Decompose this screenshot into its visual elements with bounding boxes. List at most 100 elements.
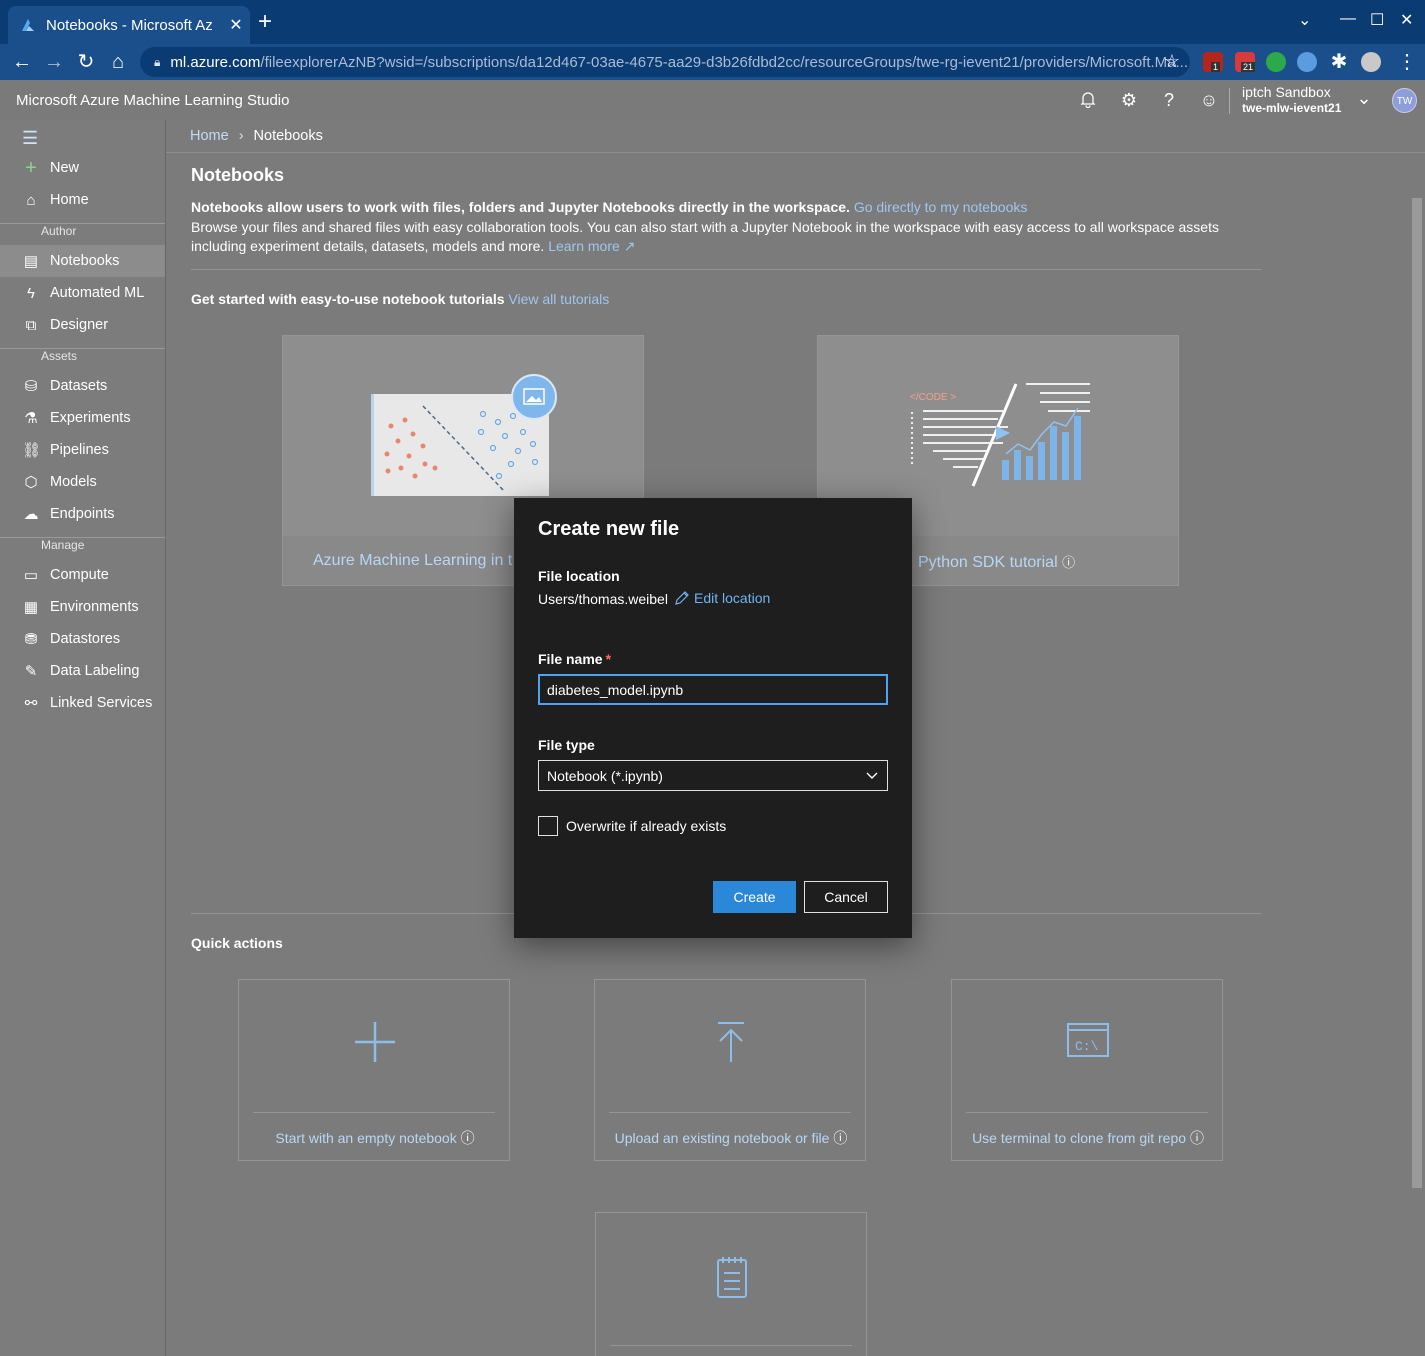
header-divider [1229,88,1230,114]
view-all-tutorials-link[interactable]: View all tutorials [508,291,609,307]
workspace-name: twe-mlw-ievent21 [1242,101,1342,115]
nav-item-compute[interactable]: ▭ Compute [0,559,165,591]
nav-item-endpoints[interactable]: ☁ Endpoints [0,498,165,530]
info-icon[interactable]: ⓘ [461,1130,475,1146]
intro-body: Browse your files and shared files with … [191,218,1219,255]
info-icon[interactable]: ⓘ [833,1130,847,1146]
feedback-smiley-icon[interactable]: ☺ [1199,90,1219,111]
info-icon[interactable]: ⓘ [1062,555,1075,570]
edit-location-link[interactable]: Edit location [674,590,770,606]
browser-tab-bar: Notebooks - Microsoft Az ✕ + ⌄ — ☐ ✕ [0,0,1425,44]
chevron-down-icon [866,772,878,779]
tab-search-chevron-icon[interactable]: ⌄ [1298,10,1311,30]
page-scrollbar[interactable] [1410,186,1424,1356]
card-divider [610,1345,852,1346]
breadcrumb-divider [166,152,1425,153]
cancel-button[interactable]: Cancel [804,881,888,913]
gear-icon[interactable]: ⚙ [1119,90,1139,111]
profile-avatar-icon[interactable] [1361,52,1381,72]
terminal-glyph: C:\ [1075,1039,1099,1054]
url-host: ml.azure.com [170,53,261,71]
nav-item-designer[interactable]: ⧉ Designer [0,309,165,341]
nav-item-pipelines[interactable]: ⛓ Pipelines [0,434,165,466]
flask-icon: ⚗ [24,410,38,427]
tutorial-1-title[interactable]: Azure Machine Learning in t [313,552,512,570]
compass-extension-icon[interactable] [1297,52,1317,72]
help-icon[interactable]: ? [1159,90,1179,111]
quick-action-sample-notebooks[interactable] [595,1212,867,1356]
home-icon: ⌂ [26,191,36,209]
nav-item-data-labeling[interactable]: ✎ Data Labeling [0,655,165,687]
labeling-icon: ✎ [24,663,38,680]
pipelines-icon: ⛓ [22,442,42,459]
file-type-dropdown[interactable]: Notebook (*.ipynb) [538,760,888,791]
file-name-input[interactable] [538,674,888,705]
new-tab-icon[interactable]: + [258,10,272,34]
quick-action-upload[interactable]: Upload an existing notebook or file ⓘ [594,979,866,1161]
quick-action-empty-notebook[interactable]: Start with an empty notebook ⓘ [238,979,510,1161]
nav-item-home[interactable]: ⌂ Home [0,184,165,216]
environments-icon: ▦ [23,599,39,616]
bell-icon[interactable] [1078,90,1098,113]
nav-label: Automated ML [50,285,145,301]
clipboard-icon [596,1255,868,1302]
info-icon[interactable]: ⓘ [1190,1130,1204,1146]
evernote-extension-icon[interactable] [1266,52,1286,72]
nav-item-datasets[interactable]: ⛁ Datasets [0,370,165,402]
nav-item-linked-services[interactable]: ⚯ Linked Services [0,687,165,719]
tutorials-heading-text: Get started with easy-to-use notebook tu… [191,291,505,307]
quick-action-terminal[interactable]: C:\ Use terminal to clone from git repo … [951,979,1223,1161]
close-tab-icon[interactable]: ✕ [222,15,250,35]
nav-label: Models [50,474,97,490]
nav-item-environments[interactable]: ▦ Environments [0,591,165,623]
tutorial-2-title[interactable]: Python SDK tutorial ⓘ [918,552,1075,572]
nav-divider [0,223,165,224]
account-name: iptch Sandbox [1242,84,1331,100]
url-input[interactable]: 🔒︎ ml.azure.com /fileexplorerAzNB?wsid=/… [140,47,1190,77]
extensions-puzzle-icon[interactable]: ✱ [1327,50,1351,74]
browser-tab[interactable]: Notebooks - Microsoft Az ✕ [8,6,250,44]
forward-icon[interactable]: → [42,50,66,74]
create-button[interactable]: Create [713,881,796,913]
back-icon[interactable]: ← [10,50,34,74]
go-to-notebooks-link[interactable]: Go directly to my notebooks [854,199,1028,215]
reload-icon[interactable]: ↻ [74,50,98,74]
lock-icon: 🔒︎ [154,54,161,69]
nav-item-automated-ml[interactable]: ϟ Automated ML [0,277,165,309]
scrollbar-thumb[interactable] [1412,198,1422,1188]
studio-brand[interactable]: Microsoft Azure Machine Learning Studio [16,92,289,109]
breadcrumb: Home › Notebooks [190,128,323,144]
home-icon[interactable]: ⌂ [106,50,130,74]
quick-action-terminal-label: Use terminal to clone from git repo [972,1130,1187,1146]
nav-item-datastores[interactable]: ⛃ Datastores [0,623,165,655]
database-icon: ⛃ [24,631,38,648]
nav-item-new[interactable]: + New [0,152,165,184]
nav-item-notebooks[interactable]: ▤ Notebooks [0,245,165,277]
quick-action-empty-notebook-label: Start with an empty notebook [275,1130,457,1146]
close-window-icon[interactable]: ✕ [1400,10,1413,30]
ublock-extension-icon[interactable]: 1 [1203,52,1223,72]
chevron-down-icon[interactable]: ⌄ [1354,88,1374,109]
hamburger-menu-icon[interactable]: ☰ [22,128,38,149]
maximize-icon[interactable]: ☐ [1370,10,1384,30]
overwrite-checkbox[interactable] [538,816,558,836]
file-name-label: File name * [538,651,611,667]
create-file-dialog: Create new file File location Users/thom… [514,498,912,938]
avatar[interactable]: TW [1392,88,1417,113]
browser-menu-icon[interactable]: ⋮ [1395,50,1419,74]
bookmark-star-icon[interactable]: ☆ [1164,51,1180,72]
todoist-extension-icon[interactable]: 21 [1235,52,1256,72]
nav-item-experiments[interactable]: ⚗ Experiments [0,402,165,434]
breadcrumb-home[interactable]: Home [190,128,229,144]
intro-bold: Notebooks allow users to work with files… [191,199,850,215]
overwrite-label[interactable]: Overwrite if already exists [566,818,726,834]
nav-item-models[interactable]: ⬡ Models [0,466,165,498]
learn-more-link[interactable]: Learn more [548,238,620,254]
minimize-icon[interactable]: — [1340,10,1356,28]
quick-action-label: Upload an existing notebook or file ⓘ [595,1128,867,1148]
nav-label: Datasets [50,378,108,394]
account-switcher[interactable]: iptch Sandbox twe-mlw-ievent21 [1242,84,1341,116]
nav-section-author: Author [41,224,77,238]
breadcrumb-current: Notebooks [253,128,323,144]
breadcrumb-chevron-icon: › [238,128,244,144]
